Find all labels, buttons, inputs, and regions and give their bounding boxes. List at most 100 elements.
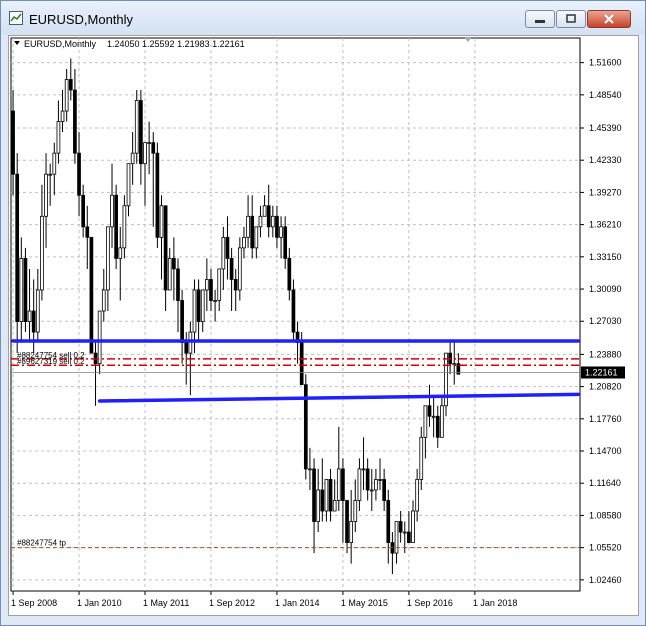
window-title: EURUSD,Monthly xyxy=(29,12,134,27)
trendline[interactable] xyxy=(97,392,580,403)
candle xyxy=(423,405,428,459)
candle-body xyxy=(31,310,36,333)
price-tick-label: 1.51600 xyxy=(589,58,622,68)
candle xyxy=(419,426,424,490)
candle xyxy=(270,205,275,238)
price-axis[interactable]: 1.51600 1.48540 1.45390 1.42330 1.39270 1.362… xyxy=(580,58,625,585)
candle xyxy=(233,268,238,312)
candle-body xyxy=(423,405,428,438)
candle xyxy=(19,237,24,343)
candle xyxy=(341,458,345,543)
candle xyxy=(250,195,255,259)
restore-button[interactable] xyxy=(556,10,586,28)
candle-body xyxy=(172,258,176,270)
candle-body xyxy=(275,215,279,238)
candle-body xyxy=(283,226,288,259)
candle-body xyxy=(349,521,354,543)
candle-body xyxy=(73,89,77,154)
candle-body xyxy=(68,79,73,91)
candle-body xyxy=(52,152,57,175)
candle xyxy=(345,500,349,554)
candle-body xyxy=(365,468,370,491)
candle-body xyxy=(225,236,230,259)
candle xyxy=(126,163,131,217)
candle xyxy=(130,132,135,185)
candle xyxy=(68,58,73,101)
candle-body xyxy=(134,100,139,154)
plot-border xyxy=(10,37,581,592)
candle-body xyxy=(258,215,263,228)
candle-body xyxy=(427,405,432,417)
candle-body xyxy=(205,279,209,291)
price-tick-label: 1.42330 xyxy=(589,155,622,165)
price-tick-label: 1.39270 xyxy=(589,187,622,197)
candle-body xyxy=(415,479,419,512)
price-tick-label: 1.17760 xyxy=(589,414,622,424)
candle xyxy=(172,237,176,301)
candle xyxy=(52,142,57,196)
candle xyxy=(275,205,279,248)
price-tick-label: 1.45390 xyxy=(589,123,622,133)
candle xyxy=(23,247,28,333)
candle xyxy=(357,458,362,512)
candle xyxy=(225,216,230,280)
candle-body xyxy=(180,300,184,344)
candle xyxy=(48,163,53,206)
candle xyxy=(394,521,399,564)
candle xyxy=(27,268,32,343)
price-tick-label: 1.27030 xyxy=(589,316,622,326)
candle-body xyxy=(320,489,325,512)
candle xyxy=(122,195,127,259)
candle xyxy=(15,153,20,354)
candle xyxy=(336,426,341,512)
take-profit-label: #88247754 tp xyxy=(17,539,66,548)
candle-body xyxy=(262,205,267,217)
candle xyxy=(361,437,366,490)
candle xyxy=(279,216,283,259)
candle xyxy=(237,237,242,301)
candle xyxy=(369,468,374,512)
candle-body xyxy=(312,468,316,522)
minimize-button[interactable] xyxy=(525,10,555,28)
candle xyxy=(106,226,110,312)
time-tick-label: 1 Sep 2012 xyxy=(209,598,255,608)
candle xyxy=(176,258,180,333)
price-tick-label: 1.08580 xyxy=(589,510,622,520)
candle-body xyxy=(101,289,106,312)
chart-area[interactable]: #88247754 sell 0.2 #89627319 sell 0.2 #882… xyxy=(8,35,639,616)
candle xyxy=(328,468,333,522)
dropdown-triangle-icon[interactable] xyxy=(14,41,20,45)
candle-body xyxy=(270,215,275,228)
candle-body xyxy=(221,236,226,270)
chart-header: EURUSD,Monthly 1.24050 1.25592 1.21983 1… xyxy=(14,39,245,49)
candle-body xyxy=(369,489,374,492)
candle xyxy=(332,479,337,512)
price-chart[interactable]: #88247754 sell 0.2#89627319 sell 0.2#882… xyxy=(9,36,638,615)
candle-body xyxy=(398,521,403,533)
time-tick-label: 1 Sep 2008 xyxy=(11,598,57,608)
candle xyxy=(283,216,288,269)
time-axis[interactable]: 1 Sep 2008 1 Jan 2010 1 May 2011 1 Sep 2012… xyxy=(11,591,517,608)
current-price-label: 1.22161 xyxy=(585,367,618,377)
close-icon xyxy=(604,14,614,24)
candle xyxy=(456,353,461,375)
candle xyxy=(365,458,370,501)
candle-body xyxy=(163,205,168,291)
title-bar[interactable]: EURUSD,Monthly xyxy=(1,1,645,35)
price-tick-label: 1.11640 xyxy=(589,478,621,488)
price-tick-label: 1.36210 xyxy=(589,220,622,230)
candle xyxy=(435,405,440,448)
candle xyxy=(205,258,209,312)
candle-body xyxy=(23,258,28,322)
chart-grid xyxy=(10,37,581,592)
candle xyxy=(60,89,65,133)
candle-body xyxy=(332,500,337,512)
candle xyxy=(11,89,15,196)
chart-shift-marker-icon[interactable] xyxy=(464,37,472,42)
candle xyxy=(139,89,143,185)
close-button[interactable] xyxy=(587,10,631,28)
candle-body xyxy=(242,236,246,249)
candle xyxy=(444,352,448,417)
candle xyxy=(64,68,69,122)
price-tick-label: 1.30090 xyxy=(589,284,622,294)
